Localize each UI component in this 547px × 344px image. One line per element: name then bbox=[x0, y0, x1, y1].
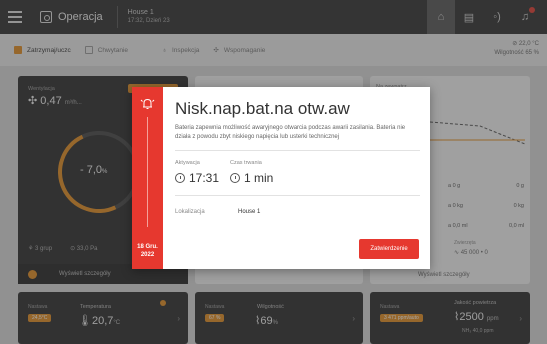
timeline-line bbox=[147, 117, 148, 227]
clock-icon bbox=[175, 173, 185, 183]
divider bbox=[175, 150, 420, 151]
alarm-date: 18 Gru. 2022 bbox=[137, 244, 158, 258]
confirm-button[interactable]: Zatwierdzenie bbox=[359, 239, 419, 259]
timer-icon bbox=[230, 173, 240, 183]
divider bbox=[175, 195, 420, 196]
activation-value: 17:31 bbox=[175, 171, 219, 185]
duration-label: Czas trwania bbox=[230, 160, 262, 166]
activation-label: Aktywacja bbox=[175, 160, 200, 166]
alarm-title: Nisk.nap.bat.na otw.aw bbox=[175, 99, 350, 118]
alarm-side-strip: 18 Gru. 2022 bbox=[132, 87, 163, 269]
duration-value: 1 min bbox=[230, 171, 273, 185]
location-label: Lokalizacja bbox=[175, 209, 205, 215]
alarm-bell-icon bbox=[140, 98, 155, 109]
location-value: House 1 bbox=[238, 209, 261, 215]
alarm-dialog: 18 Gru. 2022 Nisk.nap.bat.na otw.aw Bate… bbox=[132, 87, 430, 269]
alarm-description: Bateria zapewnia możliwość awaryjnego ot… bbox=[175, 125, 406, 140]
